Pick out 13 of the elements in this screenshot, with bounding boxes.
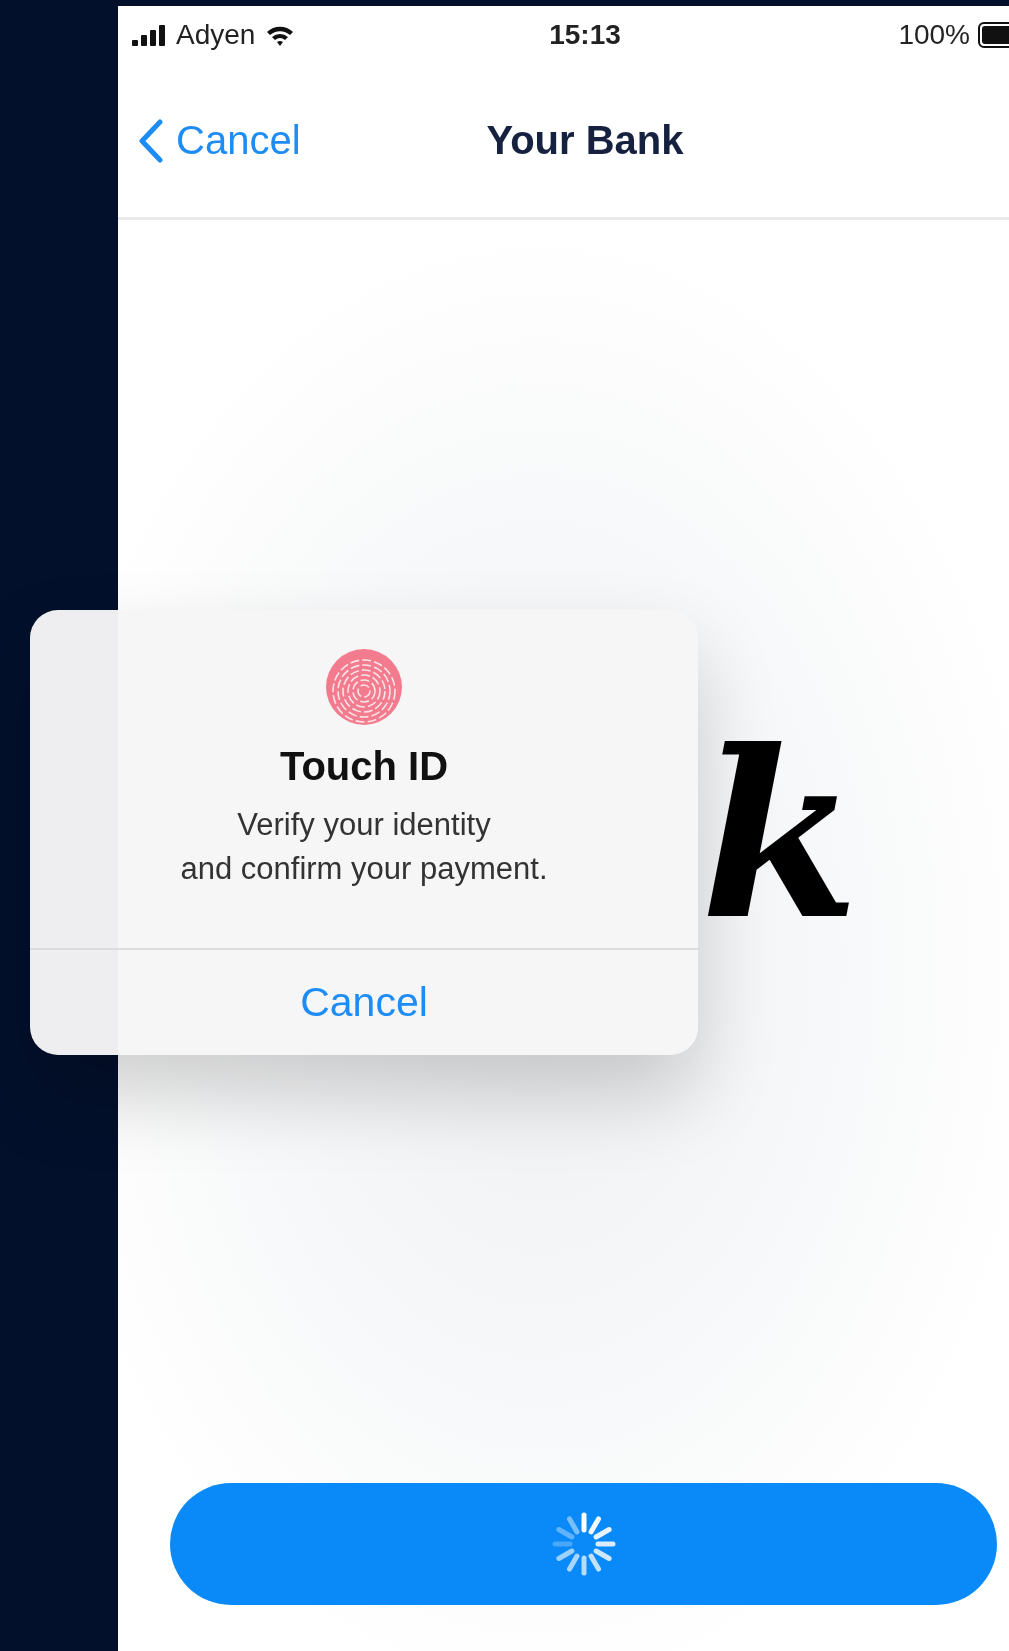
dialog-cancel-button[interactable]: Cancel [30,948,698,1055]
spinner-icon [550,1511,617,1577]
carrier-name: Adyen [176,19,256,51]
back-button[interactable]: Cancel [138,118,301,163]
fingerprint-icon [325,648,403,726]
dialog-title: Touch ID [279,744,449,789]
chevron-left-icon [138,118,164,163]
nav-title: Your Bank [486,118,684,163]
dialog-message: Verify your identity and confirm your payment. [180,806,548,888]
battery-percent: 100% [898,19,970,51]
status-time: 15:13 [549,19,621,51]
signal-icon [132,24,166,46]
bank-logo: k [700,720,860,950]
